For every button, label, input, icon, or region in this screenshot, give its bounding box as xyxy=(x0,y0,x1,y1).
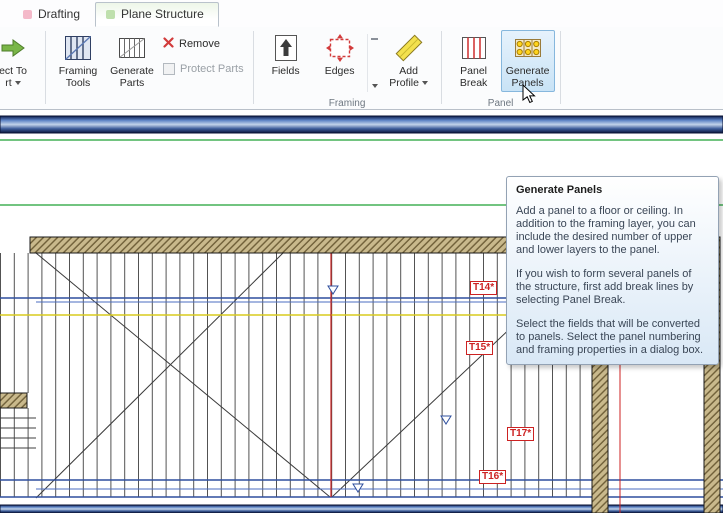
tooltip-paragraph-2: If you wish to form several panels of th… xyxy=(516,268,709,307)
ribbon-tab-row: Drafting Plane Structure xyxy=(0,0,723,27)
panel-tag-t15: T15* xyxy=(466,341,493,355)
panel-break-icon xyxy=(459,33,489,63)
small-button-column: Remove Protect Parts xyxy=(159,30,248,76)
fields-icon xyxy=(271,33,301,63)
edges-button[interactable]: Edges xyxy=(313,30,367,81)
tooltip-paragraph-1: Add a panel to a floor or ceiling. In ad… xyxy=(516,205,709,257)
fields-button[interactable]: Fields xyxy=(259,30,313,81)
fields-label: Fields xyxy=(272,66,300,78)
cutoff-button-line1: ect To xyxy=(0,66,27,78)
group-cutoff: ect To rt xyxy=(0,27,44,110)
tab-plane-structure-label: Plane Structure xyxy=(121,7,204,21)
group-separator xyxy=(441,31,442,104)
remove-label: Remove xyxy=(179,38,220,50)
joist-field-left-upper xyxy=(0,253,34,393)
panel-break-label-1: Panel xyxy=(460,66,487,78)
generate-parts-icon xyxy=(117,33,147,63)
generate-parts-label-1: Generate xyxy=(110,66,154,78)
add-profile-caret-icon xyxy=(422,81,428,85)
add-profile-icon xyxy=(394,33,424,63)
framing-tools-button[interactable]: Framing Tools xyxy=(51,30,105,92)
protect-parts-checkbox[interactable]: Protect Parts xyxy=(163,61,244,76)
ribbon-body: ect To rt xyxy=(0,27,723,110)
dropdown-caret-icon xyxy=(15,81,21,85)
tab-drafting[interactable]: Drafting xyxy=(12,2,95,27)
gallery-dash-icon xyxy=(371,38,378,40)
generate-panels-label-1: Generate xyxy=(506,66,550,78)
tooltip-paragraph-3: Select the fields that will be converted… xyxy=(516,318,709,357)
tab-drafting-label: Drafting xyxy=(38,7,80,21)
tooltip-title: Generate Panels xyxy=(516,184,709,196)
application-window: Drafting Plane Structure ect To xyxy=(0,0,723,513)
checkbox-icon xyxy=(163,63,175,75)
add-profile-label-1: Add xyxy=(399,66,418,78)
convert-arrow-icon xyxy=(0,33,28,63)
wall-left-segment xyxy=(0,393,27,408)
group-separator xyxy=(253,31,254,104)
edges-icon xyxy=(325,33,355,63)
framing-tools-label-2: Tools xyxy=(66,78,91,90)
plane-structure-color-swatch xyxy=(106,10,115,19)
edges-label: Edges xyxy=(325,66,355,78)
panel-tag-t17: T17* xyxy=(507,427,534,441)
remove-button[interactable]: Remove xyxy=(163,36,244,51)
panel-tag-t14: T14* xyxy=(470,281,497,295)
group-framing: Fields Edges xyxy=(255,27,440,110)
group-framing-left: Framing Tools Generate xyxy=(47,27,252,110)
top-beam-band xyxy=(0,116,723,133)
add-profile-label-2: Profile xyxy=(389,78,419,90)
panel-break-label-2: Break xyxy=(460,78,487,90)
bottom-beam-band xyxy=(0,505,723,513)
object-to-part-button[interactable]: ect To rt xyxy=(0,30,40,92)
gallery-more-caret-icon xyxy=(372,84,378,88)
generate-parts-button[interactable]: Generate Parts xyxy=(105,30,159,92)
panel-tag-t16: T16* xyxy=(479,470,506,484)
group-separator xyxy=(45,31,46,104)
ribbon: Drafting Plane Structure ect To xyxy=(0,0,723,110)
group-panel: Panel Break xyxy=(443,27,559,110)
panel-group-label: Panel xyxy=(443,98,559,109)
generate-parts-label-2: Parts xyxy=(120,78,145,90)
joist-field-left-lower xyxy=(0,408,34,497)
add-profile-button[interactable]: Add Profile xyxy=(382,30,436,92)
framing-tools-label-1: Framing xyxy=(59,66,98,78)
framing-group-label: Framing xyxy=(255,98,440,109)
remove-icon xyxy=(163,37,174,51)
cutoff-button-line2: rt xyxy=(5,78,11,90)
panel-break-button[interactable]: Panel Break xyxy=(447,30,501,92)
group-separator xyxy=(560,31,561,104)
tab-plane-structure[interactable]: Plane Structure xyxy=(95,2,219,27)
mouse-cursor-icon xyxy=(522,84,536,104)
drafting-color-swatch xyxy=(23,10,32,19)
drawing-canvas[interactable]: T14* T15* T17* T16* Generate Panels Add … xyxy=(0,110,723,513)
generate-panels-button[interactable]: Generate Panels xyxy=(501,30,555,92)
framing-tools-icon xyxy=(63,33,93,63)
generate-panels-icon xyxy=(513,33,543,63)
protect-parts-label: Protect Parts xyxy=(180,63,244,75)
generate-panels-tooltip: Generate Panels Add a panel to a floor o… xyxy=(506,176,719,365)
edges-gallery-more-button[interactable] xyxy=(367,34,382,92)
